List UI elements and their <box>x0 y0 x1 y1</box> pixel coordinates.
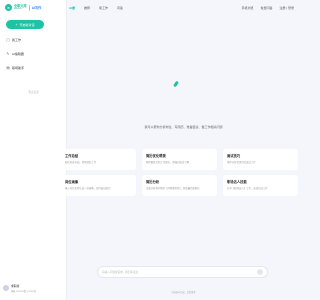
chat-input-placeholder: 请输入问题或需求，按回车发送 <box>102 271 139 274</box>
card-desc: 职位内容总结，提炼精彩工作 <box>65 161 97 164</box>
user-quota: 消耗 107/100积, 10/100次 <box>11 290 37 293</box>
welcome-hint: 我可以帮你分析岗位、写简历、准备面试、做工作相关问题 <box>144 125 223 129</box>
chat-input[interactable]: 请输入问题或需求，按回车发送 ↑ <box>97 266 268 278</box>
card-title: 面试技巧 <box>227 154 241 158</box>
sidebar: e 全职文库 qzwenku AI写作 + 开启新对话 ▢ 我工作 ✎ AI编辑… <box>0 0 67 300</box>
card-work-summary[interactable]: 工作总结 职位内容总结，提炼精彩工作 <box>61 149 136 170</box>
card-job-profile[interactable]: 岗位画像 输入岗位名称生成一份画像，提升面试能力 <box>61 175 136 196</box>
card-resume-optimize[interactable]: 简历优化帮我 帮你量身定制工作报告，增强对面试了解 <box>142 149 217 170</box>
history-empty: 暂无记录 <box>28 91 39 94</box>
card-desc: 全面分析你的简历【AI精准推荐】，获取最匹配职位 <box>146 187 200 190</box>
logo[interactable]: e 全职文库 qzwenku AI写作 <box>5 4 41 11</box>
mobile-link[interactable]: 手机浏览 <box>242 6 254 10</box>
logo-name-en: qzwenku <box>14 7 22 10</box>
card-desc: 分享【职场达人】工作，高效完成工作 <box>227 187 268 190</box>
logo-separator <box>28 4 30 11</box>
tab-ai-search[interactable]: AI搜 <box>69 6 75 10</box>
free-qa-link[interactable]: 免费问答 <box>261 6 273 10</box>
card-title: 工作总结 <box>65 154 79 158</box>
sidebar-item-label: 职场助手 <box>12 66 25 70</box>
tab-recommend[interactable]: 推荐 <box>84 6 90 10</box>
avatar <box>3 285 9 291</box>
tab-jobs[interactable]: 简工作 <box>99 6 108 10</box>
logo-icon: e <box>5 4 12 11</box>
sidebar-item-editor[interactable]: ✎ AI编辑器 <box>6 52 24 56</box>
message-icon: ▢ <box>6 38 10 42</box>
card-title: 岗位画像 <box>65 180 79 184</box>
top-nav: AI搜 推荐 简工作 问答 <box>69 6 123 10</box>
logo-text: 全职文库 qzwenku <box>14 4 27 11</box>
send-icon: ↑ <box>259 270 261 274</box>
new-chat-label: 开启新对话 <box>19 22 35 27</box>
loading-icon <box>173 81 179 87</box>
top-right-links: 手机浏览 免费问答 注册 | 登录 <box>242 6 294 10</box>
card-career-skills[interactable]: 职场达人技能 分享【职场达人】工作，高效完成工作 <box>223 175 298 196</box>
user-profile[interactable]: 求职者 消耗 107/100积, 10/100次 <box>3 280 63 296</box>
card-desc: 输入岗位名称生成一份画像，提升面试能力 <box>65 187 111 190</box>
user-name: 求职者 <box>11 283 20 288</box>
login-link[interactable]: 注册 | 登录 <box>280 6 294 10</box>
card-title: 职场达人技能 <box>227 180 247 184</box>
sidebar-item-label: 我工作 <box>12 38 22 42</box>
card-desc: 帮你量身定制工作报告，增强对面试了解 <box>146 161 190 164</box>
card-desc: 帮你分析常见岗位面试工作 <box>227 161 256 164</box>
card-title: 简历分析 <box>146 180 160 184</box>
sidebar-item-assistant[interactable]: ▤ 职场助手 <box>6 66 24 70</box>
plus-icon: + <box>15 22 18 27</box>
logo-ai-label: AI写作 <box>31 6 42 10</box>
card-interview-tips[interactable]: 面试技巧 帮你分析常见岗位面试工作 <box>223 149 298 170</box>
sidebar-item-label: AI编辑器 <box>12 52 24 56</box>
send-button[interactable]: ↑ <box>257 269 263 275</box>
footer-disclaimer: 内容由AI生成，仅供参考 <box>171 292 196 294</box>
edit-icon: ✎ <box>6 52 10 56</box>
tab-qa[interactable]: 问答 <box>117 6 123 10</box>
sidebar-item-work[interactable]: ▢ 我工作 <box>6 38 21 42</box>
card-resume-analysis[interactable]: 简历分析 全面分析你的简历【AI精准推荐】，获取最匹配职位 <box>142 175 217 196</box>
card-title: 简历优化帮我 <box>146 154 166 158</box>
new-chat-button[interactable]: + 开启新对话 <box>6 20 44 29</box>
briefcase-icon: ▤ <box>6 66 10 70</box>
